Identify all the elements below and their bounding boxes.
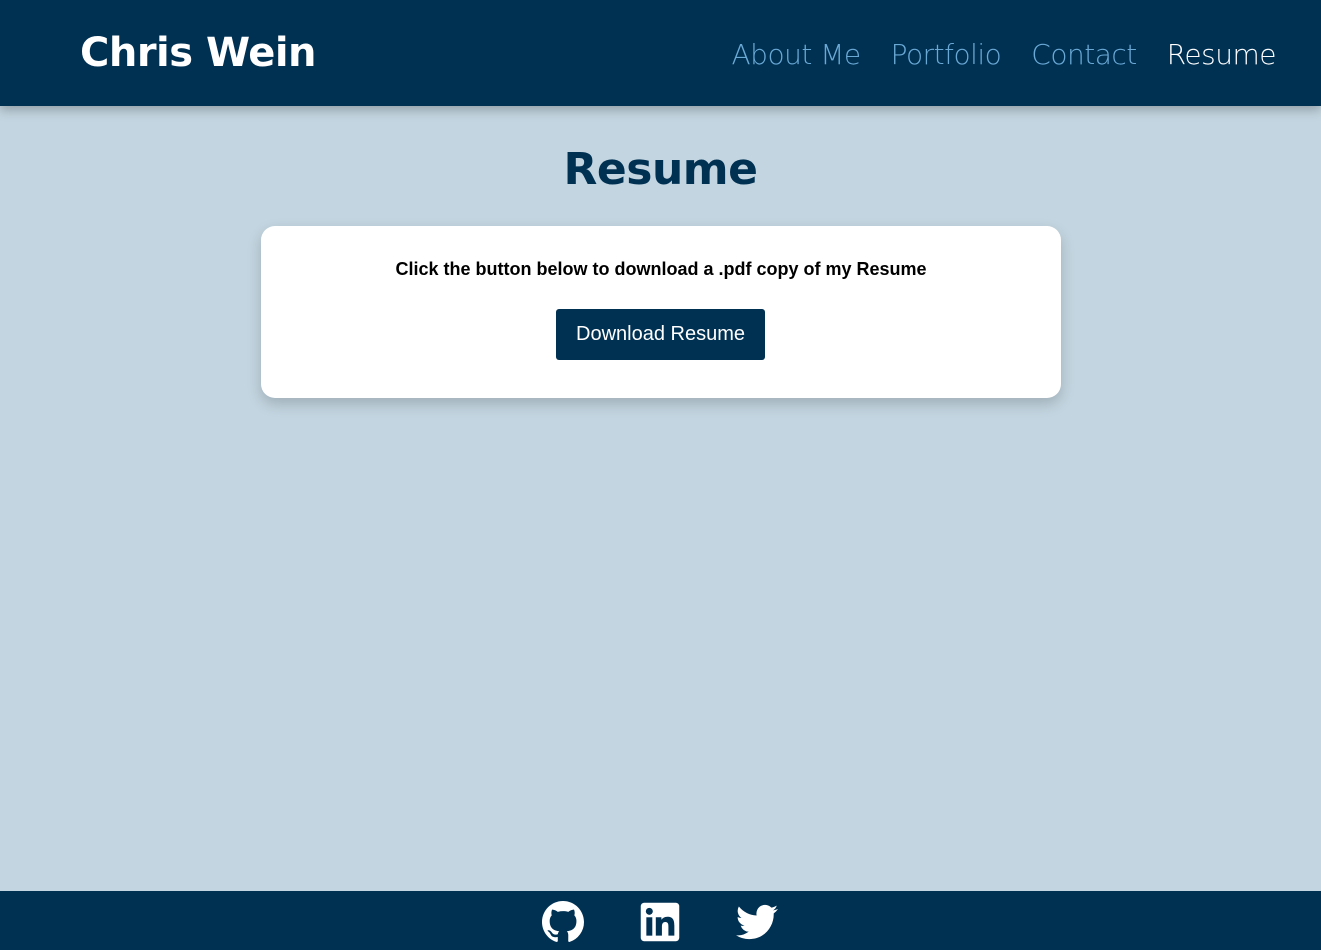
resume-card: Click the button below to download a .pd… [261,226,1061,398]
nav-about-me[interactable]: About Me [732,38,862,71]
nav-resume[interactable]: Resume [1167,38,1277,71]
nav-portfolio[interactable]: Portfolio [891,38,1002,71]
page-title: Resume [563,144,758,195]
site-footer [0,891,1321,950]
resume-instructions: Click the button below to download a .pd… [395,259,927,279]
main-nav: About Me Portfolio Contact Resume [732,38,1277,71]
download-resume-button[interactable]: Download Resume [556,309,765,360]
brand-title[interactable]: Chris Wein [80,30,317,76]
github-icon[interactable] [542,901,584,943]
twitter-icon[interactable] [736,901,778,943]
linkedin-icon[interactable] [639,901,681,943]
site-header: Chris Wein About Me Portfolio Contact Re… [0,0,1321,106]
nav-contact[interactable]: Contact [1031,38,1137,71]
